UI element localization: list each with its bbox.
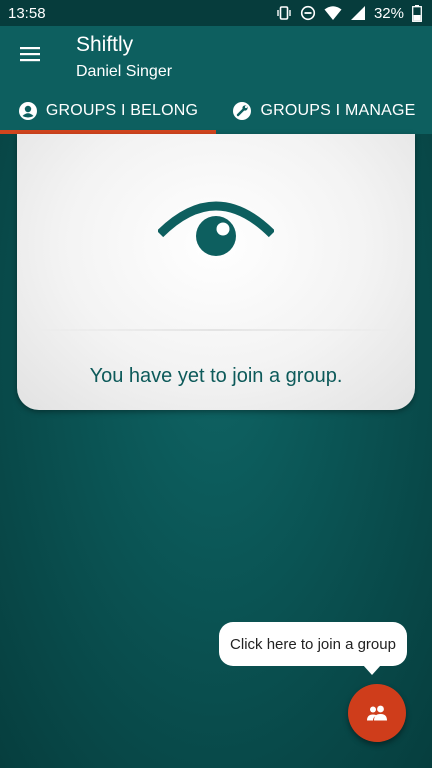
wifi-icon [324,5,342,20]
menu-button[interactable] [16,40,44,68]
status-bar: 13:58 32% [0,0,432,26]
tab-label: GROUPS I MANAGE [260,102,416,119]
app-title: Shiftly [76,33,134,56]
hamburger-menu-icon [20,47,40,62]
tab-bar: GROUPS I BELONG GROUPS I MANAGE [0,88,432,134]
empty-state-card: You have yet to join a group. [17,134,415,410]
tab-groups-i-belong[interactable]: GROUPS I BELONG [0,88,216,134]
user-name: Daniel Singer [76,63,173,80]
app-bar: Shiftly Daniel Singer [0,26,432,88]
signal-icon [350,6,365,20]
status-icons: 32% [276,4,422,22]
tooltip-text: Click here to join a group [230,635,396,653]
group-member-icon [18,102,37,120]
status-time: 13:58 [8,4,46,22]
tab-label: GROUPS I BELONG [45,102,199,119]
eye-icon [158,201,274,256]
empty-state-message: You have yet to join a group. [89,365,343,387]
battery-percent: 32% [373,4,404,22]
vibrate-icon [277,6,291,20]
do-not-disturb-icon [300,5,316,21]
join-group-fab[interactable] [348,684,406,742]
join-group-tooltip: Click here to join a group [219,622,407,675]
people-icon [367,705,387,721]
card-divider [37,329,395,331]
group-manage-icon [233,102,252,120]
tab-groups-i-manage[interactable]: GROUPS I MANAGE [216,88,432,134]
battery-icon [412,4,422,22]
